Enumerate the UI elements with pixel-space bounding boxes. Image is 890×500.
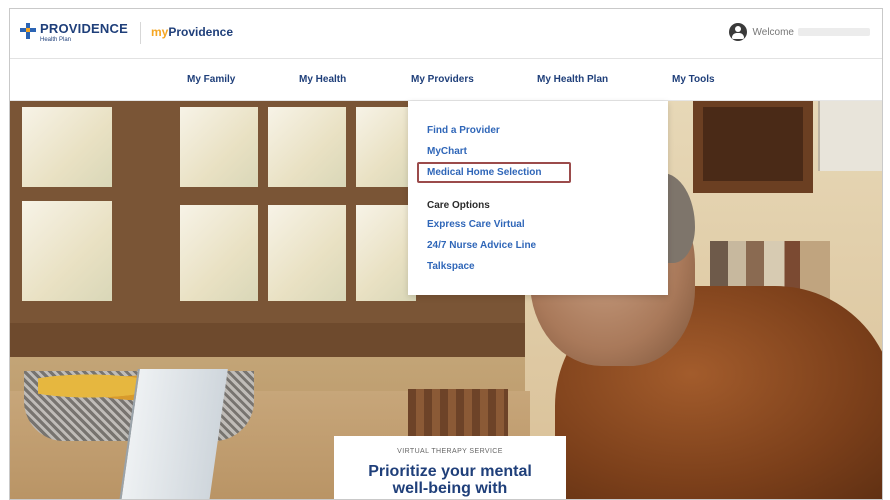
nav-my-health[interactable]: My Health <box>299 74 346 85</box>
providence-logo[interactable]: PROVIDENCE Health Plan myProvidence <box>20 22 233 44</box>
logo-divider <box>139 22 141 44</box>
nav-my-providers[interactable]: My Providers <box>411 74 474 85</box>
brand-name: PROVIDENCE <box>40 21 128 36</box>
menu-item-mychart[interactable]: MyChart <box>427 146 467 157</box>
account-menu[interactable]: Welcome <box>728 23 870 41</box>
menu-item-talkspace[interactable]: Talkspace <box>427 261 475 272</box>
brand-subtitle: Health Plan <box>40 37 72 43</box>
promo-title: Prioritize your mental well-being with <box>368 463 532 497</box>
promo-card[interactable]: VIRTUAL THERAPY SERVICE Prioritize your … <box>334 436 566 499</box>
my-providers-dropdown: Find a Provider MyChart Medical Home Sel… <box>408 101 668 295</box>
app-name[interactable]: myProvidence <box>151 25 233 39</box>
promo-kicker: VIRTUAL THERAPY SERVICE <box>397 448 503 455</box>
laptop <box>118 369 228 499</box>
menu-item-medical-home-selection[interactable]: Medical Home Selection <box>427 167 541 178</box>
cross-logo-icon <box>20 23 36 39</box>
welcome-label: Welcome <box>752 26 795 38</box>
nav-my-tools[interactable]: My Tools <box>672 74 715 85</box>
nav-my-health-plan[interactable]: My Health Plan <box>537 74 608 85</box>
main-nav: My Family My Health My Providers My Heal… <box>10 59 882 101</box>
nav-my-family[interactable]: My Family <box>187 74 235 85</box>
menu-item-express-care-virtual[interactable]: Express Care Virtual <box>427 219 525 230</box>
welcome-name-redacted <box>798 28 870 36</box>
menu-item-find-a-provider[interactable]: Find a Provider <box>427 125 500 136</box>
user-avatar-icon <box>728 23 747 41</box>
menu-item-nurse-advice-line[interactable]: 24/7 Nurse Advice Line <box>427 240 536 251</box>
page-frame: PROVIDENCE Health Plan myProvidence Welc… <box>9 8 883 500</box>
top-header: PROVIDENCE Health Plan myProvidence Welc… <box>10 9 882 59</box>
care-options-heading: Care Options <box>427 200 490 211</box>
